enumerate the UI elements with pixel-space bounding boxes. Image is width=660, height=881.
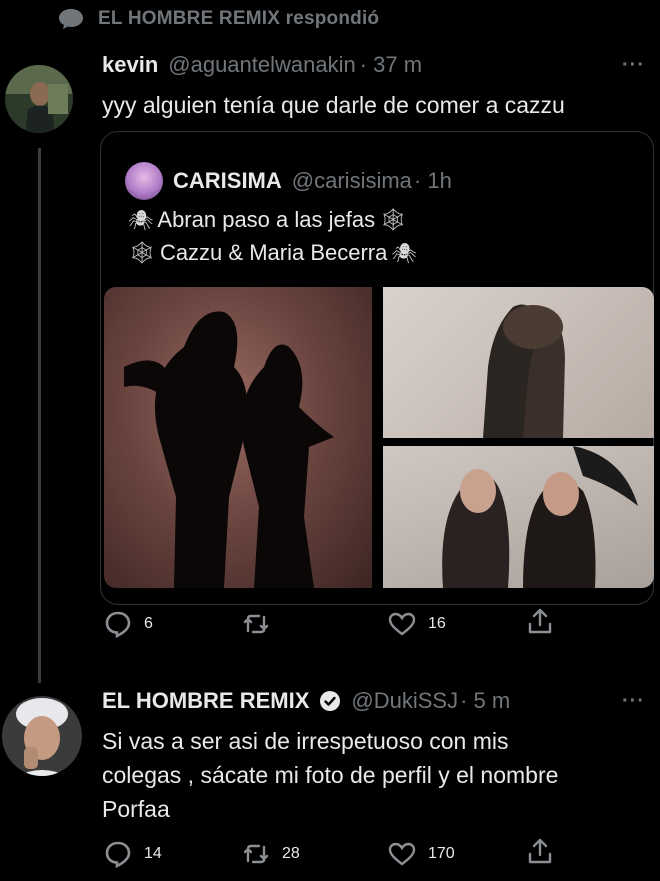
speech-bubble-icon [59, 9, 83, 29]
tweet1-like-count: 16 [428, 615, 446, 632]
tweet1-text: yyy alguien tenía que darle de comer a c… [102, 92, 565, 118]
quoted-author-handle[interactable]: @carisisima [292, 168, 412, 194]
tweet1-timestamp[interactable]: · 37 m [360, 52, 422, 78]
share-icon [528, 608, 552, 634]
quoted-author-name[interactable]: CARISIMA [173, 168, 282, 194]
quoted-timestamp: · 1h [413, 168, 452, 193]
tweet1-reply-count: 6 [144, 615, 153, 632]
tweet2-retweet-count: 28 [282, 845, 300, 862]
tweet1-more-icon[interactable]: ··· [622, 54, 645, 77]
quoted-text-line2: 🕸 Cazzu & Maria Becerra 🕷 [128, 240, 417, 266]
avatar-el-hombre-remix[interactable] [0, 692, 84, 780]
media-photo-silhouettes[interactable] [104, 287, 372, 588]
avatar-kevin[interactable] [4, 54, 74, 144]
media-photo-posing-duo[interactable] [383, 287, 654, 438]
tweet1-author-handle[interactable]: @aguantelwanakin [168, 52, 355, 78]
tweet2-reply-count: 14 [144, 845, 162, 862]
reply-context: EL HOMBRE REMIX respondió [58, 8, 379, 30]
reply-icon [105, 841, 131, 868]
tweet2-like-count: 170 [428, 845, 455, 862]
reply-icon [105, 611, 131, 638]
tweet1-like-button[interactable]: 16 [388, 610, 446, 638]
tweet2-timestamp[interactable]: · 5 m [460, 688, 510, 714]
share-icon [528, 838, 552, 864]
tweet2-share-button[interactable] [526, 837, 554, 865]
spiderweb-emoji: 🕸 [379, 207, 408, 232]
avatar-carisima[interactable] [125, 162, 163, 200]
tweet2-reply-button[interactable]: 14 [104, 840, 162, 868]
tweet2-author-handle[interactable]: @DukiSSJ [351, 688, 458, 714]
heart-icon [388, 612, 416, 636]
quoted-text-line1: 🕷 Abran paso a las jefas 🕸 [128, 207, 407, 233]
quoted-text-line2-text: Cazzu & Maria Becerra [159, 240, 388, 265]
spider-emoji: 🕷 [128, 209, 154, 232]
tweet1-author-name[interactable]: kevin [102, 52, 158, 78]
retweet-icon [243, 614, 269, 634]
heart-icon [388, 842, 416, 866]
tweet1-share-button[interactable] [526, 607, 554, 635]
tweet1-retweet-button[interactable] [242, 610, 282, 638]
thread-connector-line [38, 148, 41, 683]
retweet-icon [243, 844, 269, 864]
tweet2-text-line3: Porfaa [102, 796, 170, 822]
tweet2-more-icon[interactable]: ··· [622, 690, 645, 713]
spider-emoji: 🕷 [391, 242, 417, 265]
tweet1-reply-button[interactable]: 6 [104, 610, 153, 638]
reply-context-label: EL HOMBRE REMIX respondió [98, 8, 380, 29]
spiderweb-emoji: 🕸 [128, 240, 156, 265]
verified-badge-icon [320, 691, 341, 711]
tweet1-header: kevin @aguantelwanakin · 37 m [102, 52, 422, 78]
tweet2-header: EL HOMBRE REMIX @DukiSSJ · 5 m [102, 688, 510, 714]
quoted-text-line1-text: Abran paso a las jefas [157, 207, 376, 232]
tweet2-text-line2: colegas , sácate mi foto de perfil y el … [102, 762, 559, 788]
quoted-tweet-header: CARISIMA @carisisima · 1h [125, 162, 452, 200]
tweet2-text-line1: Si vas a ser asi de irrespetuoso con mis [102, 728, 509, 754]
media-photo-closeup-duo[interactable] [383, 446, 654, 588]
tweet2-author-name[interactable]: EL HOMBRE REMIX [102, 688, 309, 714]
tweet2-like-button[interactable]: 170 [388, 840, 455, 868]
tweet2-retweet-button[interactable]: 28 [242, 840, 300, 868]
